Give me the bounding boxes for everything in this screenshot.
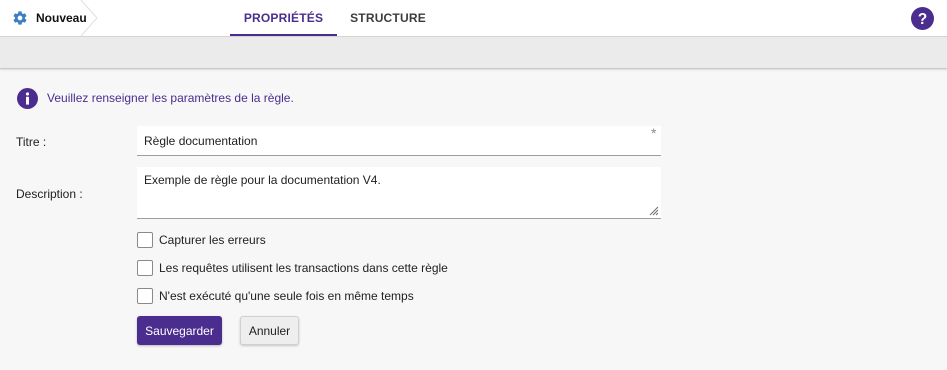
tab-properties[interactable]: PROPRIÉTÉS [230, 0, 337, 36]
svg-text:?: ? [918, 11, 927, 28]
toolbar-band [0, 37, 947, 69]
checkbox[interactable] [137, 232, 153, 248]
gear-icon [13, 11, 27, 25]
breadcrumb[interactable]: Nouveau [0, 0, 98, 36]
save-button[interactable]: Sauvegarder [137, 316, 222, 345]
help-icon[interactable]: ? [911, 7, 934, 30]
checkbox[interactable] [137, 260, 153, 276]
required-asterisk: * [651, 125, 657, 141]
top-bar: Nouveau PROPRIÉTÉS STRUCTURE ? [0, 0, 947, 37]
description-textarea[interactable]: Exemple de règle pour la documentation V… [137, 167, 661, 219]
info-icon [17, 88, 38, 109]
title-label: Titre : [16, 135, 47, 149]
checkbox-label: Les requêtes utilisent les transactions … [159, 261, 448, 275]
checkbox[interactable] [137, 288, 153, 304]
description-label: Description : [16, 187, 83, 201]
checkbox-label: N'est exécuté qu'une seule fois en même … [159, 289, 414, 303]
breadcrumb-separator [80, 0, 98, 36]
checkbox-label: Capturer les erreurs [159, 233, 266, 247]
title-input[interactable] [137, 126, 661, 156]
info-message: Veuillez renseigner les paramètres de la… [47, 91, 294, 105]
resize-handle-icon[interactable] [649, 206, 659, 216]
cancel-button[interactable]: Annuler [240, 316, 299, 345]
tab-structure[interactable]: STRUCTURE [342, 0, 434, 36]
